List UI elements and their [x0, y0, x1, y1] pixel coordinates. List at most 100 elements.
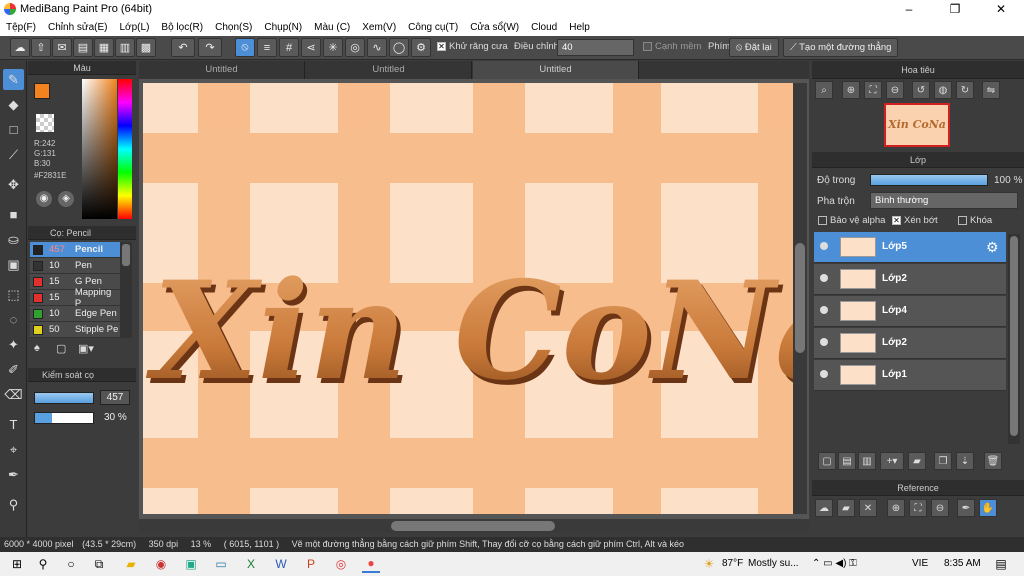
lock-toggle[interactable]: Khóa	[958, 215, 992, 226]
reference-open-icon[interactable]: ▰	[837, 499, 855, 517]
protect-alpha-checkbox[interactable]	[818, 215, 827, 225]
zoom-out-icon[interactable]: ⊖	[886, 81, 904, 99]
smooth-toggle[interactable]: Cạnh mềm	[643, 41, 701, 52]
menu-help[interactable]: Help	[563, 22, 596, 33]
drawing-canvas[interactable]: Xin CoNa Xin CoNa	[143, 83, 793, 514]
antialias-toggle[interactable]: ✕ Khử răng cưa	[437, 41, 508, 52]
move-tool-icon[interactable]: ✥	[3, 174, 24, 195]
rotate-right-icon[interactable]: ↻	[956, 81, 974, 99]
pen-tool-icon[interactable]: ✒	[3, 464, 24, 485]
circle-snap-icon[interactable]: ◎	[345, 38, 365, 57]
hue-slider[interactable]	[118, 79, 132, 219]
reference-zoom-in-icon[interactable]: ⊕	[887, 499, 905, 517]
size-value[interactable]: 457	[100, 390, 130, 405]
brush-menu-icon[interactable]: ▣▾	[78, 342, 100, 358]
undo-icon[interactable]: ↶	[171, 38, 195, 57]
settings-icon[interactable]: ⚙	[411, 38, 431, 57]
tab-document-2[interactable]: Untitled	[306, 61, 472, 79]
magic-wand-tool-icon[interactable]: ✦	[3, 334, 24, 355]
zoom-in-icon[interactable]: ⊕	[842, 81, 860, 99]
menu-filter[interactable]: Bộ lọc(R)	[155, 22, 209, 33]
layer-settings-icon[interactable]: ⚙	[986, 239, 999, 256]
brush-item[interactable]: 15 Mapping P	[30, 287, 120, 309]
weather-temp[interactable]: 87°F	[722, 558, 743, 569]
new-brush-icon[interactable]: ▢	[56, 342, 72, 358]
visibility-icon[interactable]	[820, 306, 828, 314]
upload-icon[interactable]: ⇧	[31, 38, 51, 57]
task-view-icon[interactable]: ⧉	[90, 555, 108, 573]
select-pen-tool-icon[interactable]: ✐	[3, 359, 24, 380]
eyedropper-tool-icon[interactable]: ⚲	[3, 494, 24, 515]
smooth-checkbox[interactable]	[643, 41, 652, 51]
reference-zoom-out-icon[interactable]: ⊖	[931, 499, 949, 517]
actual-size-icon[interactable]: ⛶	[864, 81, 882, 99]
transparent-swatch[interactable]	[36, 114, 54, 132]
powerpoint-icon[interactable]: P	[302, 555, 320, 573]
menu-window[interactable]: Cửa sổ(W)	[464, 22, 525, 33]
radial-snap-icon[interactable]: ✳	[323, 38, 343, 57]
new-8bit-layer-icon[interactable]: ▥	[858, 452, 876, 470]
layer-scrollbar[interactable]	[1008, 234, 1020, 444]
gradient-tool-icon[interactable]: ▣	[3, 254, 24, 275]
file-explorer-icon[interactable]: ▰	[122, 555, 140, 573]
fill-rect-tool-icon[interactable]: ■	[3, 204, 24, 225]
add-layer-menu-icon[interactable]: +▾	[880, 452, 904, 470]
brush-tool-icon[interactable]: ✎	[3, 69, 24, 90]
reference-eyedropper-icon[interactable]: ✒	[957, 499, 975, 517]
cloud-icon[interactable]: ☁	[10, 38, 30, 57]
notification-icon[interactable]: ▤	[992, 555, 1010, 573]
brush-item[interactable]: 50 Stipple Pe	[30, 322, 120, 338]
rotate-left-icon[interactable]: ↺	[912, 81, 930, 99]
reset-button[interactable]: ⦸ Đặt lại	[729, 38, 779, 57]
visibility-icon[interactable]	[820, 242, 828, 250]
navigator-thumbnail[interactable]: Xin CoNa	[884, 103, 950, 147]
blend-select[interactable]: Bình thường	[870, 192, 1018, 209]
menu-select[interactable]: Chọn(S)	[209, 22, 258, 33]
select-rect-tool-icon[interactable]: ⬚	[3, 284, 24, 305]
tray-icons[interactable]: ⌃ ▭ ◀) ⚿	[812, 558, 857, 569]
new-halftone-layer-icon[interactable]: ▤	[838, 452, 856, 470]
layer-opacity-slider[interactable]	[870, 174, 988, 186]
chat-icon[interactable]: ✉	[52, 38, 72, 57]
layer-item[interactable]: Lớp5 ⚙	[814, 232, 1006, 263]
grid-snap-icon[interactable]: #	[279, 38, 299, 57]
layer-scroll-thumb[interactable]	[1010, 236, 1018, 436]
word-icon[interactable]: W	[272, 555, 290, 573]
rectangle-tool-icon[interactable]: □	[3, 119, 24, 140]
layer-item[interactable]: Lớp4	[814, 296, 1006, 327]
text-tool-icon[interactable]: T	[3, 414, 24, 435]
reference-cloud-icon[interactable]: ☁	[815, 499, 833, 517]
opacity-slider[interactable]	[34, 412, 94, 424]
straight-line-button[interactable]: ⟋ Tạo một đường thẳng	[783, 38, 899, 57]
media-player-icon[interactable]: ◉	[152, 555, 170, 573]
menu-tools[interactable]: Công cụ(T)	[402, 22, 464, 33]
menu-cloud[interactable]: Cloud	[525, 22, 563, 33]
foreground-color-swatch[interactable]	[34, 83, 50, 99]
brush-item[interactable]: 457 Pencil	[30, 242, 120, 258]
close-button[interactable]: ✕	[978, 0, 1024, 18]
curve-snap-icon[interactable]: ∿	[367, 38, 387, 57]
cortana-icon[interactable]: ○	[62, 555, 80, 573]
parallel-snap-icon[interactable]: ≡	[257, 38, 277, 57]
layer-icon[interactable]: ▥	[115, 38, 135, 57]
lock-checkbox[interactable]	[958, 215, 967, 225]
excel-icon[interactable]: X	[242, 555, 260, 573]
perspective-snap-icon[interactable]: ⋖	[301, 38, 321, 57]
lasso-tool-icon[interactable]: ◌	[3, 309, 24, 330]
clip-checkbox[interactable]: ✕	[892, 215, 901, 225]
search-icon[interactable]: ⚲	[34, 555, 52, 573]
visibility-icon[interactable]	[820, 274, 828, 282]
antialias-checkbox[interactable]: ✕	[437, 41, 446, 51]
brush-list-scrollbar[interactable]	[120, 242, 132, 338]
tab-document-1[interactable]: Untitled	[139, 61, 305, 79]
zoom-fit-icon[interactable]: ⌕	[815, 81, 833, 99]
monitor-icon[interactable]: ▭	[212, 555, 230, 573]
minimize-button[interactable]: –	[886, 0, 932, 18]
rotate-reset-icon[interactable]: ◍	[934, 81, 952, 99]
new-folder-icon[interactable]: ▰	[908, 452, 926, 470]
menu-snap[interactable]: Chụp(N)	[258, 22, 308, 33]
document-icon[interactable]: ▦	[94, 38, 114, 57]
saturation-value-picker[interactable]	[82, 79, 117, 219]
brush-scroll-thumb[interactable]	[122, 244, 130, 266]
visibility-icon[interactable]	[820, 370, 828, 378]
